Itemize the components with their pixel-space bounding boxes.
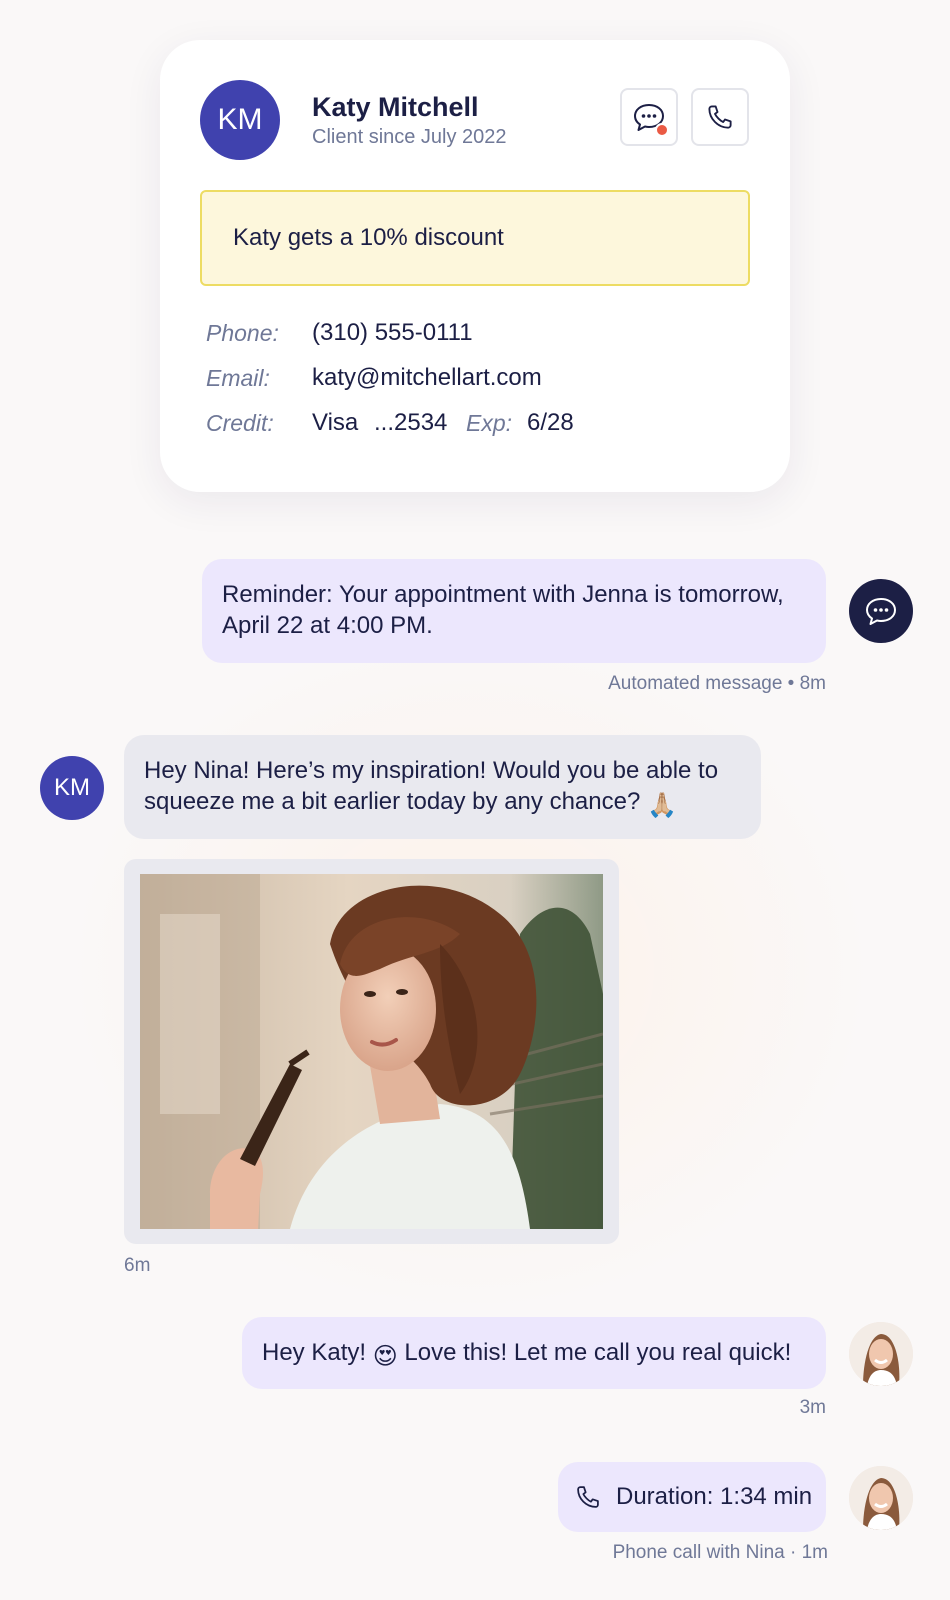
unread-dot <box>655 123 669 137</box>
phone-value[interactable]: (310) 555-0111 <box>312 319 473 347</box>
heart-eyes-emoji: 😍 <box>372 1343 398 1370</box>
phone-icon <box>577 1486 599 1508</box>
call-meta: Phone call with Nina · 1m <box>612 1542 828 1563</box>
nina-avatar <box>849 1466 913 1530</box>
client-avatar: KM <box>40 756 104 820</box>
exp-label: Exp: <box>466 410 513 436</box>
contact-name: Katy Mitchell <box>312 92 479 122</box>
reminder-bubble: Reminder: Your appointment with Jenna is… <box>202 559 826 663</box>
inspiration-photo[interactable] <box>140 874 603 1229</box>
card-brand: Visa <box>312 409 359 436</box>
client-message-bubble: Hey Nina! Here’s my inspiration! Would y… <box>124 735 761 839</box>
nina-avatar <box>849 1322 913 1386</box>
card-last4: ...2534 <box>374 409 448 436</box>
email-label: Email: <box>206 365 270 391</box>
pray-emoji: 🙏🏼 <box>646 792 677 819</box>
reply-bubble: Hey Katy! 😍 Love this! Let me call you r… <box>242 1317 826 1389</box>
client-since-text: Client since July 2022 <box>312 126 507 148</box>
call-bubble[interactable]: Duration: 1:34 min <box>558 1462 826 1532</box>
phone-icon <box>708 105 732 129</box>
client-message-text: Hey Nina! Here’s my inspiration! Would y… <box>144 757 719 815</box>
credit-label: Credit: <box>206 410 274 436</box>
automated-avatar <box>849 579 913 643</box>
exp-value: 6/28 <box>527 409 574 436</box>
image-attachment[interactable] <box>124 859 619 1244</box>
reminder-text: Reminder: Your appointment with Jenna is… <box>222 581 784 639</box>
call-button[interactable] <box>691 88 749 146</box>
chat-bubble-icon <box>866 598 896 625</box>
contact-avatar: KM <box>200 80 280 160</box>
reply-text-end: Love this! Let me call you real quick! <box>404 1339 792 1366</box>
email-value[interactable]: katy@mitchellart.com <box>312 364 542 392</box>
reminder-meta: Automated message • 8m <box>608 673 826 694</box>
reply-meta: 3m <box>799 1397 826 1418</box>
message-button[interactable] <box>620 88 678 146</box>
contact-card: KM Katy Mitchell Client since July 2022 … <box>160 40 790 492</box>
image-meta: 6m <box>124 1255 151 1276</box>
call-duration: Duration: 1:34 min <box>616 1483 813 1510</box>
reply-text-start: Hey Katy! <box>262 1339 367 1366</box>
discount-note: Katy gets a 10% discount <box>200 190 750 286</box>
phone-label: Phone: <box>206 320 279 346</box>
